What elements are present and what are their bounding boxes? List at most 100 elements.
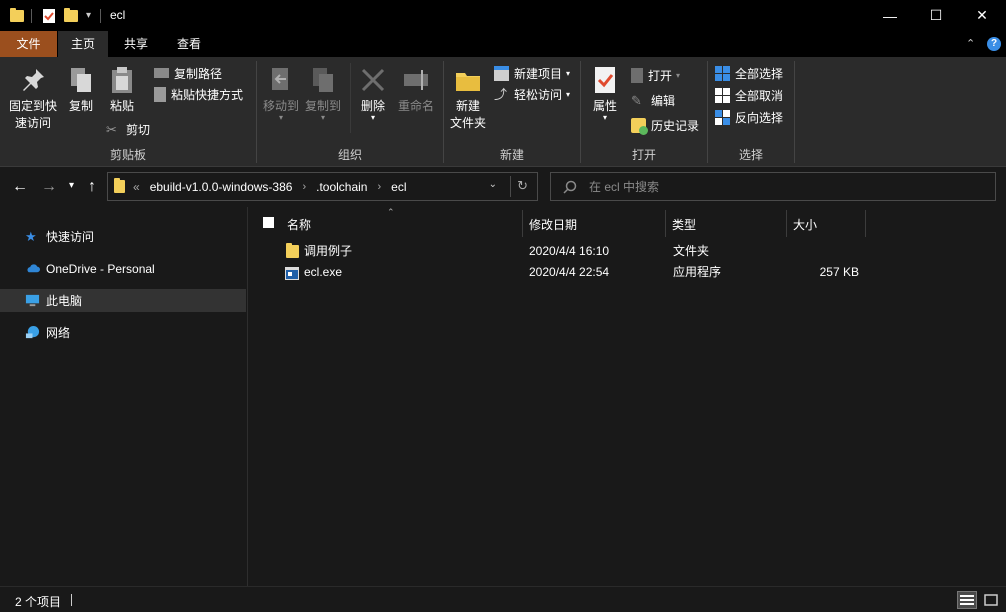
- tab-file[interactable]: 文件: [0, 31, 57, 57]
- sidebar-item-network[interactable]: 网络: [0, 321, 246, 344]
- edit-button[interactable]: ✎ 编辑: [631, 90, 675, 110]
- search-box[interactable]: 在 ecl 中搜索: [550, 172, 996, 201]
- qat-customize-icon[interactable]: ▾: [86, 7, 91, 24]
- sort-ascending-icon: ⌃: [387, 207, 395, 217]
- move-to-dropdown-icon: ▾: [278, 113, 283, 122]
- close-button[interactable]: ✕: [959, 0, 1005, 31]
- forward-button[interactable]: →: [41, 178, 57, 196]
- new-folder-button[interactable]: 新建 文件夹: [448, 65, 488, 132]
- up-button[interactable]: ↑: [88, 178, 96, 196]
- address-overflow[interactable]: «: [133, 180, 140, 194]
- select-all-label: 全部选择: [735, 66, 784, 81]
- rename-icon: [404, 70, 428, 90]
- copy-to-button[interactable]: 复制到 ▾: [303, 65, 343, 122]
- history-button[interactable]: 历史记录: [631, 115, 699, 135]
- tab-share[interactable]: 共享: [110, 31, 162, 57]
- star-icon: ★: [25, 229, 37, 244]
- scissors-icon: ✂: [106, 121, 117, 137]
- sidebar-item-this-pc[interactable]: 此电脑: [0, 289, 246, 312]
- new-item-dropdown-icon: ▾: [566, 68, 571, 78]
- move-to-button[interactable]: 移动到 ▾: [261, 65, 301, 122]
- column-divider[interactable]: [865, 210, 866, 237]
- computer-icon: [25, 294, 40, 307]
- sidebar-item-onedrive[interactable]: OneDrive - Personal: [0, 257, 246, 280]
- column-divider[interactable]: [522, 210, 523, 237]
- new-folder-qat-icon[interactable]: [64, 7, 78, 24]
- file-name: ecl.exe: [304, 265, 343, 279]
- file-row[interactable]: 调用例子 2020/4/4 16:10 文件夹: [249, 241, 1006, 262]
- breadcrumb-toolchain[interactable]: .toolchain: [316, 180, 367, 194]
- back-button[interactable]: ←: [12, 178, 28, 196]
- select-none-button[interactable]: 全部取消: [715, 85, 783, 105]
- breadcrumb-ecl[interactable]: ecl: [391, 180, 406, 194]
- select-all-checkbox[interactable]: [263, 217, 274, 228]
- details-view-button[interactable]: [957, 591, 977, 609]
- column-header-type[interactable]: 类型: [672, 210, 696, 240]
- paste-shortcut-button[interactable]: 粘贴快捷方式: [154, 84, 243, 104]
- properties-qat-icon[interactable]: [42, 7, 56, 24]
- column-divider[interactable]: [786, 210, 787, 237]
- easy-access-dropdown-icon: ▾: [566, 89, 571, 99]
- easy-access-button[interactable]: ⤴ 轻松访问 ▾: [494, 84, 570, 104]
- ribbon-tabs: 文件 主页 共享 查看 ⌃ ?: [0, 31, 1006, 57]
- qat-separator: [31, 8, 32, 23]
- delete-icon: [361, 68, 385, 92]
- breadcrumb-ebuild[interactable]: ebuild-v1.0.0-windows-386: [150, 180, 293, 194]
- search-icon: [563, 180, 577, 194]
- column-header-name[interactable]: 名称: [287, 210, 311, 240]
- delete-button[interactable]: 删除 ▾: [355, 65, 391, 122]
- ribbon-collapse-icon[interactable]: ⌃: [966, 37, 975, 50]
- breadcrumb-separator[interactable]: ›: [302, 181, 306, 193]
- select-none-icon: [715, 87, 730, 103]
- tab-home[interactable]: 主页: [58, 31, 108, 57]
- recent-locations-icon[interactable]: ▾: [69, 180, 74, 191]
- properties-dropdown-icon: ▾: [602, 113, 607, 122]
- address-history-dropdown-icon[interactable]: ⌄: [489, 179, 497, 190]
- sidebar-item-label: OneDrive - Personal: [46, 261, 155, 276]
- file-list: ⌃ 名称 修改日期 类型 大小 调用例子 2020/4/4 16:10 文件夹 …: [249, 207, 1006, 586]
- cloud-icon: [27, 264, 40, 273]
- minimize-button[interactable]: —: [867, 0, 913, 31]
- column-header-size[interactable]: 大小: [793, 210, 817, 240]
- copy-path-button[interactable]: 复制路径: [154, 63, 222, 83]
- pin-label-line2: 速访问: [14, 116, 51, 130]
- copy-to-icon: [313, 68, 333, 92]
- details-view-icon: [960, 595, 974, 605]
- large-icons-view-icon: [984, 594, 998, 606]
- pin-quick-access-button[interactable]: 固定到快 速访问: [6, 65, 60, 132]
- rename-button[interactable]: 重命名: [395, 65, 437, 115]
- invert-selection-label: 反向选择: [735, 110, 784, 125]
- new-group-label: 新建: [499, 148, 524, 162]
- file-row[interactable]: ecl.exe 2020/4/4 22:54 应用程序 257 KB: [249, 262, 1006, 283]
- sidebar-item-quick-access[interactable]: ★ 快速访问: [0, 225, 246, 248]
- new-item-label: 新建项目: [514, 66, 563, 81]
- select-all-button[interactable]: 全部选择: [715, 63, 783, 83]
- open-button[interactable]: 打开 ▾: [631, 65, 680, 85]
- delete-dropdown-icon: ▾: [370, 113, 375, 122]
- tab-view[interactable]: 查看: [164, 31, 214, 57]
- large-icons-view-button[interactable]: [981, 591, 1001, 609]
- rename-label: 重命名: [397, 99, 434, 113]
- help-icon[interactable]: ?: [987, 37, 1001, 51]
- paste-button[interactable]: 粘贴: [104, 65, 140, 115]
- new-item-button[interactable]: 新建项目 ▾: [494, 63, 570, 83]
- properties-button[interactable]: 属性 ▾: [588, 65, 622, 122]
- breadcrumb-separator[interactable]: ›: [377, 181, 381, 193]
- copy-button[interactable]: 复制: [64, 65, 98, 115]
- paste-icon: [112, 67, 132, 93]
- organize-group-label: 组织: [337, 148, 362, 162]
- network-icon: [25, 325, 40, 339]
- invert-selection-button[interactable]: 反向选择: [715, 107, 783, 127]
- refresh-icon[interactable]: ↻: [517, 178, 528, 194]
- clipboard-group-label: 剪贴板: [109, 148, 146, 162]
- cut-button[interactable]: ✂ 剪切: [106, 119, 150, 139]
- history-label: 历史记录: [651, 118, 700, 133]
- maximize-button[interactable]: ☐: [913, 0, 959, 31]
- column-header-date[interactable]: 修改日期: [529, 210, 577, 240]
- ribbon-divider: [794, 61, 795, 163]
- column-divider[interactable]: [665, 210, 666, 237]
- address-bar[interactable]: « ebuild-v1.0.0-windows-386 › .toolchain…: [107, 172, 538, 201]
- exe-icon: [285, 266, 299, 280]
- copy-icon: [71, 68, 91, 92]
- easy-access-label: 轻松访问: [514, 87, 563, 102]
